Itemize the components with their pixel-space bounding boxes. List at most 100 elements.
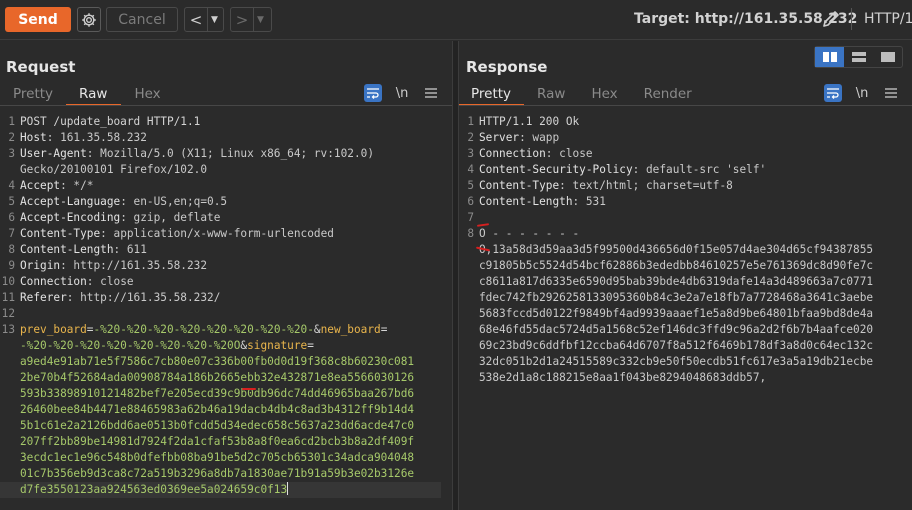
header-value: : */*	[60, 179, 94, 192]
header-name: Content-Length	[479, 195, 573, 208]
response-pane: Response Pretty Raw Hex Render \n 1 HTTP/…	[459, 41, 912, 510]
param-name-signature: signature	[247, 339, 308, 352]
header-value: : close	[545, 147, 593, 160]
tab-hex[interactable]: Hex	[578, 83, 630, 105]
wrap-lines-icon	[827, 88, 839, 99]
response-body-line: c91805b5c5524d54bcf62886b3ededbb84610257…	[479, 259, 874, 272]
response-body-line: O,13a58d3d59aa3d5f99500d436656d0f15e057d…	[479, 243, 874, 256]
layout-side-by-side-button[interactable]	[815, 47, 844, 67]
request-pane: Request Pretty Raw Hex \n 1 POST /update_…	[0, 41, 452, 510]
chevron-down-icon: ▼	[257, 14, 264, 25]
response-body-line: 538e2d1a8c188215e8aa1f043be8294048683ddb…	[479, 371, 767, 384]
forward-button[interactable]: >	[231, 8, 253, 31]
wrap-lines-button[interactable]	[824, 84, 842, 102]
layout-single-button[interactable]	[873, 47, 902, 67]
http-version-selector[interactable]: HTTP/1	[864, 11, 912, 27]
tab-render[interactable]: Render	[631, 83, 705, 105]
header-name: Content-Length	[20, 243, 114, 256]
request-title: Request	[6, 58, 76, 76]
header-name: Origin	[20, 259, 61, 272]
response-tabs: Pretty Raw Hex Render	[459, 83, 705, 106]
wrap-lines-icon	[367, 88, 379, 99]
status-line: HTTP/1.1 200 Ok	[479, 115, 580, 128]
response-body-line: 5683fccd5d0122f9849bf4ad9939aaaef1e5a8d9…	[479, 307, 874, 320]
param-name-new-board: new_board	[320, 323, 381, 336]
forward-nav: > ▼	[230, 7, 272, 32]
signature-value-line: a9ed4e91ab71e5f7586c7cb80e07c336b00fb0d0…	[20, 355, 415, 368]
tabs-underline	[459, 105, 912, 106]
chevron-down-icon: ▼	[211, 14, 218, 25]
header-name: Server	[479, 131, 520, 144]
show-newlines-button[interactable]: \n	[393, 84, 411, 102]
response-body-line: fdec742fb2926258133095360b84c3e2a7e18fb7…	[479, 291, 874, 304]
header-value: : 161.35.58.232	[46, 131, 147, 144]
tab-pretty[interactable]: Pretty	[0, 83, 66, 105]
request-tabs: Pretty Raw Hex	[0, 83, 174, 106]
signature-value-line: d7fe3550123aa924563ed0369ee5a024659c0f13	[20, 483, 288, 496]
send-button[interactable]: Send	[5, 7, 71, 32]
back-history-dropdown[interactable]: ▼	[207, 8, 221, 31]
header-value: : 531	[572, 195, 606, 208]
columns-icon	[822, 52, 837, 62]
response-body-line: 32dc051b2d1a24515589c332cb9e50f50ecdb51f…	[479, 355, 874, 368]
param-value-prev-board: -%20-%20-%20-%20-%20-%20-%20-%20-	[93, 323, 314, 336]
request-editor[interactable]: 1 POST /update_board HTTP/1.1 2 Host: 161.…	[0, 114, 441, 498]
response-body-board: O - - - - - - -	[479, 227, 580, 240]
response-body-line: c8611a817d6335e6590d95bab39bde4db6319daf…	[479, 275, 874, 288]
forward-history-dropdown[interactable]: ▼	[253, 8, 267, 31]
pencil-icon	[823, 11, 839, 27]
param-value-new-board: -%20-%20-%20-%20-%20-%20-%20-%20O	[20, 339, 241, 352]
settings-button[interactable]	[77, 7, 101, 32]
header-value: : en-US,en;q=0.5	[120, 195, 228, 208]
back-nav: < ▼	[184, 7, 224, 32]
menu-icon[interactable]	[882, 84, 900, 102]
header-value: : text/html; charset=utf-8	[559, 179, 733, 192]
single-pane-icon	[880, 52, 895, 62]
wrap-lines-button[interactable]	[364, 84, 382, 102]
header-name: Content-Type	[479, 179, 560, 192]
header-value: : http://161.35.58.232	[60, 259, 208, 272]
tab-raw[interactable]: Raw	[524, 83, 578, 105]
toolbar-divider	[851, 8, 852, 30]
edit-target-button[interactable]	[820, 8, 842, 30]
header-name: Referer	[20, 291, 67, 304]
signature-value-line: 26460bee84b4471e88465983a62b46a19dacb4db…	[20, 403, 415, 416]
signature-value-line: 2be70b4f52684ada00908784a186b2665ebb32e4…	[20, 371, 415, 384]
pane-divider[interactable]	[452, 41, 459, 510]
header-name: Accept-Encoding	[20, 211, 121, 224]
header-name: Connection	[20, 275, 87, 288]
signature-value-line: 207ff2bb89be14981d7924f2da1cfaf53b8a8f0e…	[20, 435, 415, 448]
header-value-wrap: Gecko/20100101 Firefox/102.0	[20, 163, 208, 176]
cancel-button[interactable]: Cancel	[106, 7, 178, 32]
menu-icon[interactable]	[422, 84, 440, 102]
request-line: POST /update_board HTTP/1.1	[20, 115, 201, 128]
header-name: Host	[20, 131, 47, 144]
header-name: Accept-Language	[20, 195, 121, 208]
annotation-underline	[242, 388, 256, 390]
tabs-underline	[0, 105, 452, 106]
layout-toggle	[814, 46, 903, 68]
header-value: : close	[86, 275, 134, 288]
signature-value-line: 593b33898910121482bef7e205ecd39c9b0db96d…	[20, 387, 415, 400]
header-value: : default-src 'self'	[632, 163, 767, 176]
show-newlines-button[interactable]: \n	[853, 84, 871, 102]
layout-stacked-button[interactable]	[844, 47, 873, 67]
header-name: Content-Security-Policy	[479, 163, 633, 176]
tab-raw[interactable]: Raw	[66, 83, 122, 106]
back-button[interactable]: <	[185, 8, 207, 31]
response-viewer[interactable]: 1 HTTP/1.1 200 Ok 2 Server: wapp 3 Connecti…	[459, 114, 873, 386]
param-name-prev-board: prev_board	[20, 323, 87, 336]
signature-value-line: 3ecdc1ec1e96c548b0dfefbb08ba91be5d2c705c…	[20, 451, 415, 464]
tab-pretty[interactable]: Pretty	[459, 83, 525, 106]
header-name: User-Agent	[20, 147, 87, 160]
response-body-line: 68e46fd55dac5724d5a1568c52ef146dc3ffd9c9…	[479, 323, 874, 336]
header-name: Content-Type	[20, 227, 101, 240]
header-value: : Mozilla/5.0 (X11; Linux x86_64; rv:102…	[86, 147, 374, 160]
response-body-line: 69c23bd9c6ddfbf12ccba64d6707f8a512f6469b…	[479, 339, 874, 352]
equals-sign: =	[307, 339, 314, 352]
tab-hex[interactable]: Hex	[121, 83, 173, 105]
ampersand: &	[313, 323, 321, 336]
top-toolbar: Send Cancel < ▼ > ▼ Target: http://161.3…	[0, 0, 912, 40]
header-value: : 611	[113, 243, 147, 256]
text-cursor	[287, 482, 289, 495]
